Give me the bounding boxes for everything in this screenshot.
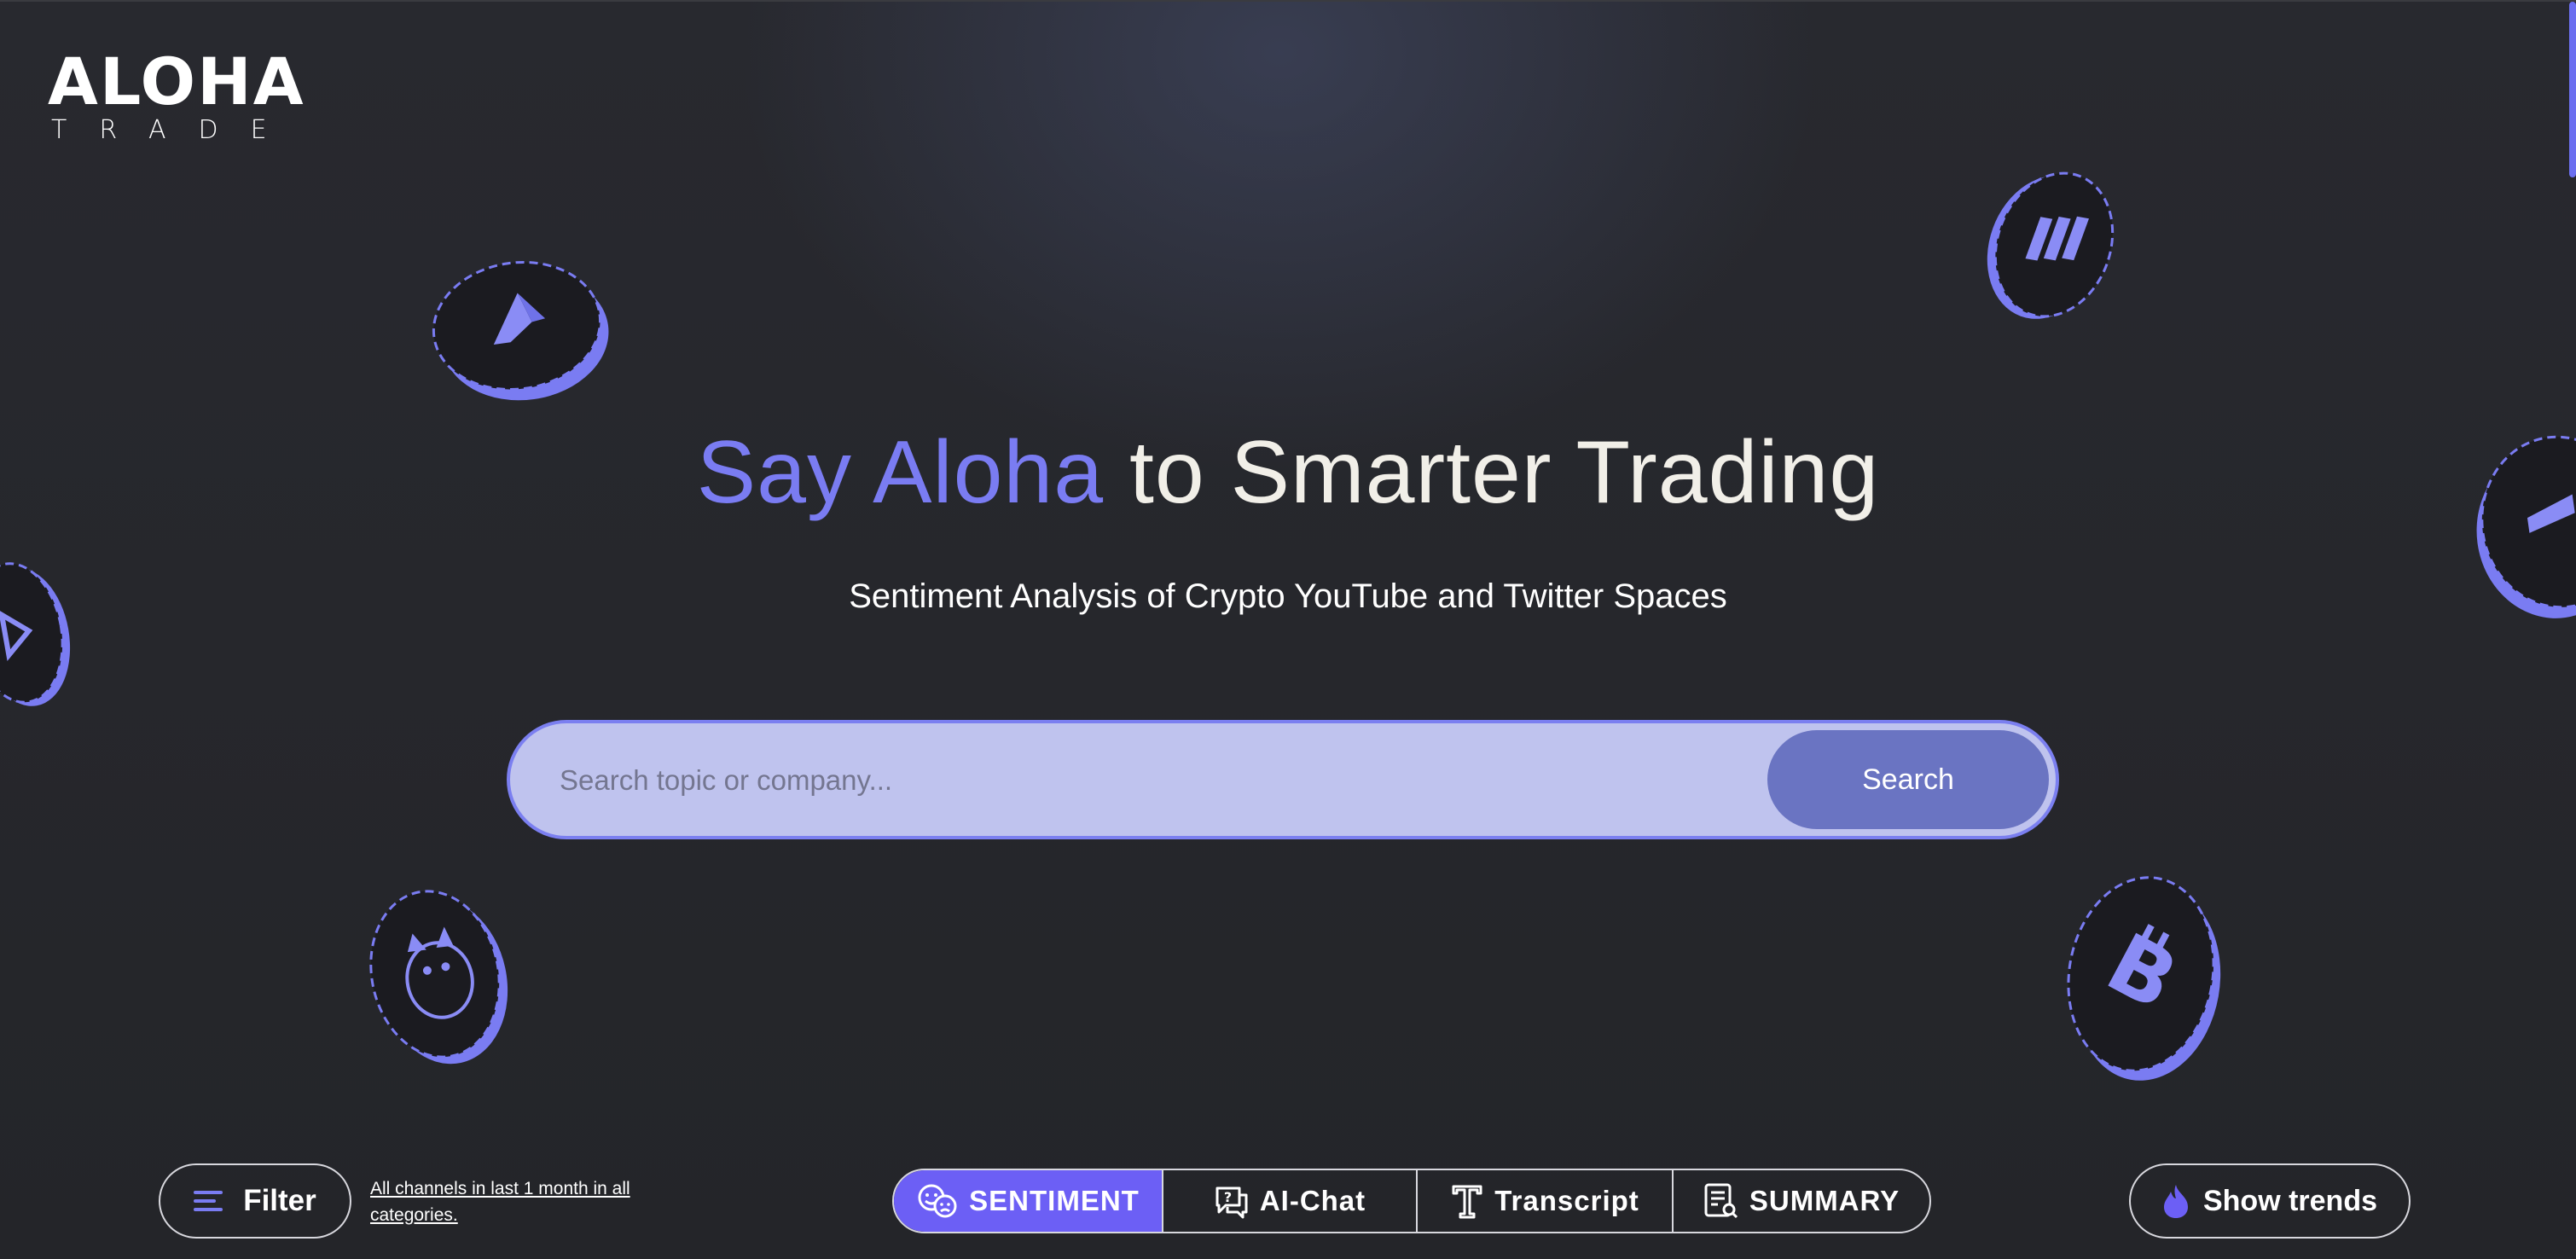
hero-headline-accent: Say Aloha xyxy=(696,423,1105,522)
tab-ai-chat-label: AI-Chat xyxy=(1259,1185,1366,1216)
logo-subtitle: TRADE xyxy=(51,115,299,145)
hero-headline-rest: to Smarter Trading xyxy=(1104,423,1880,522)
menu-lines-icon xyxy=(194,1189,224,1213)
tab-ai-chat[interactable]: ? AI-Chat xyxy=(1163,1170,1418,1232)
chat-question-icon: ? xyxy=(1214,1183,1250,1219)
flame-icon xyxy=(2162,1183,2190,1219)
search-button[interactable]: Search xyxy=(1767,730,2049,829)
document-search-icon xyxy=(1703,1182,1739,1220)
tab-summary-label: SUMMARY xyxy=(1749,1185,1900,1216)
scrollbar-thumb[interactable] xyxy=(2569,2,2576,177)
search-bar: Search xyxy=(507,720,2059,839)
logo-wordmark: ALOHA xyxy=(48,44,305,119)
solana-coin-icon xyxy=(1986,164,2122,326)
tab-sentiment-label: SENTIMENT xyxy=(969,1185,1140,1216)
tab-transcript[interactable]: Transcript xyxy=(1418,1170,1674,1232)
tab-sentiment[interactable]: SENTIMENT xyxy=(894,1170,1163,1232)
filter-summary-link[interactable]: All channels in last 1 month in all cate… xyxy=(370,1175,677,1228)
hero-headline: Say Aloha to Smarter Trading xyxy=(0,420,2576,525)
search-input[interactable] xyxy=(558,744,1755,817)
filter-button[interactable]: Filter xyxy=(159,1163,351,1239)
show-trends-label: Show trends xyxy=(2202,1184,2378,1217)
sentiment-faces-icon xyxy=(916,1182,959,1220)
mode-tabs: SENTIMENT ? AI-Chat Transcript SUMMARY xyxy=(892,1169,1931,1233)
filter-label: Filter xyxy=(243,1184,316,1217)
tab-transcript-label: Transcript xyxy=(1494,1185,1639,1216)
text-t-icon xyxy=(1450,1183,1484,1219)
show-trends-button[interactable]: Show trends xyxy=(2129,1163,2411,1239)
bitcoin-coin-icon: B xyxy=(2057,865,2225,1083)
landing-page: ALOHA TRADE B Say Aloha to Smarter Tradi… xyxy=(0,0,2576,1259)
hero-subheadline: Sentiment Analysis of Crypto YouTube and… xyxy=(849,577,1727,615)
tab-summary[interactable]: SUMMARY xyxy=(1674,1170,1929,1232)
svg-text:?: ? xyxy=(1224,1189,1233,1205)
dogecoin-coin-icon xyxy=(358,880,512,1068)
aloha-trade-logo[interactable]: ALOHA TRADE xyxy=(48,49,304,145)
ethereum-coin-icon xyxy=(423,247,611,404)
